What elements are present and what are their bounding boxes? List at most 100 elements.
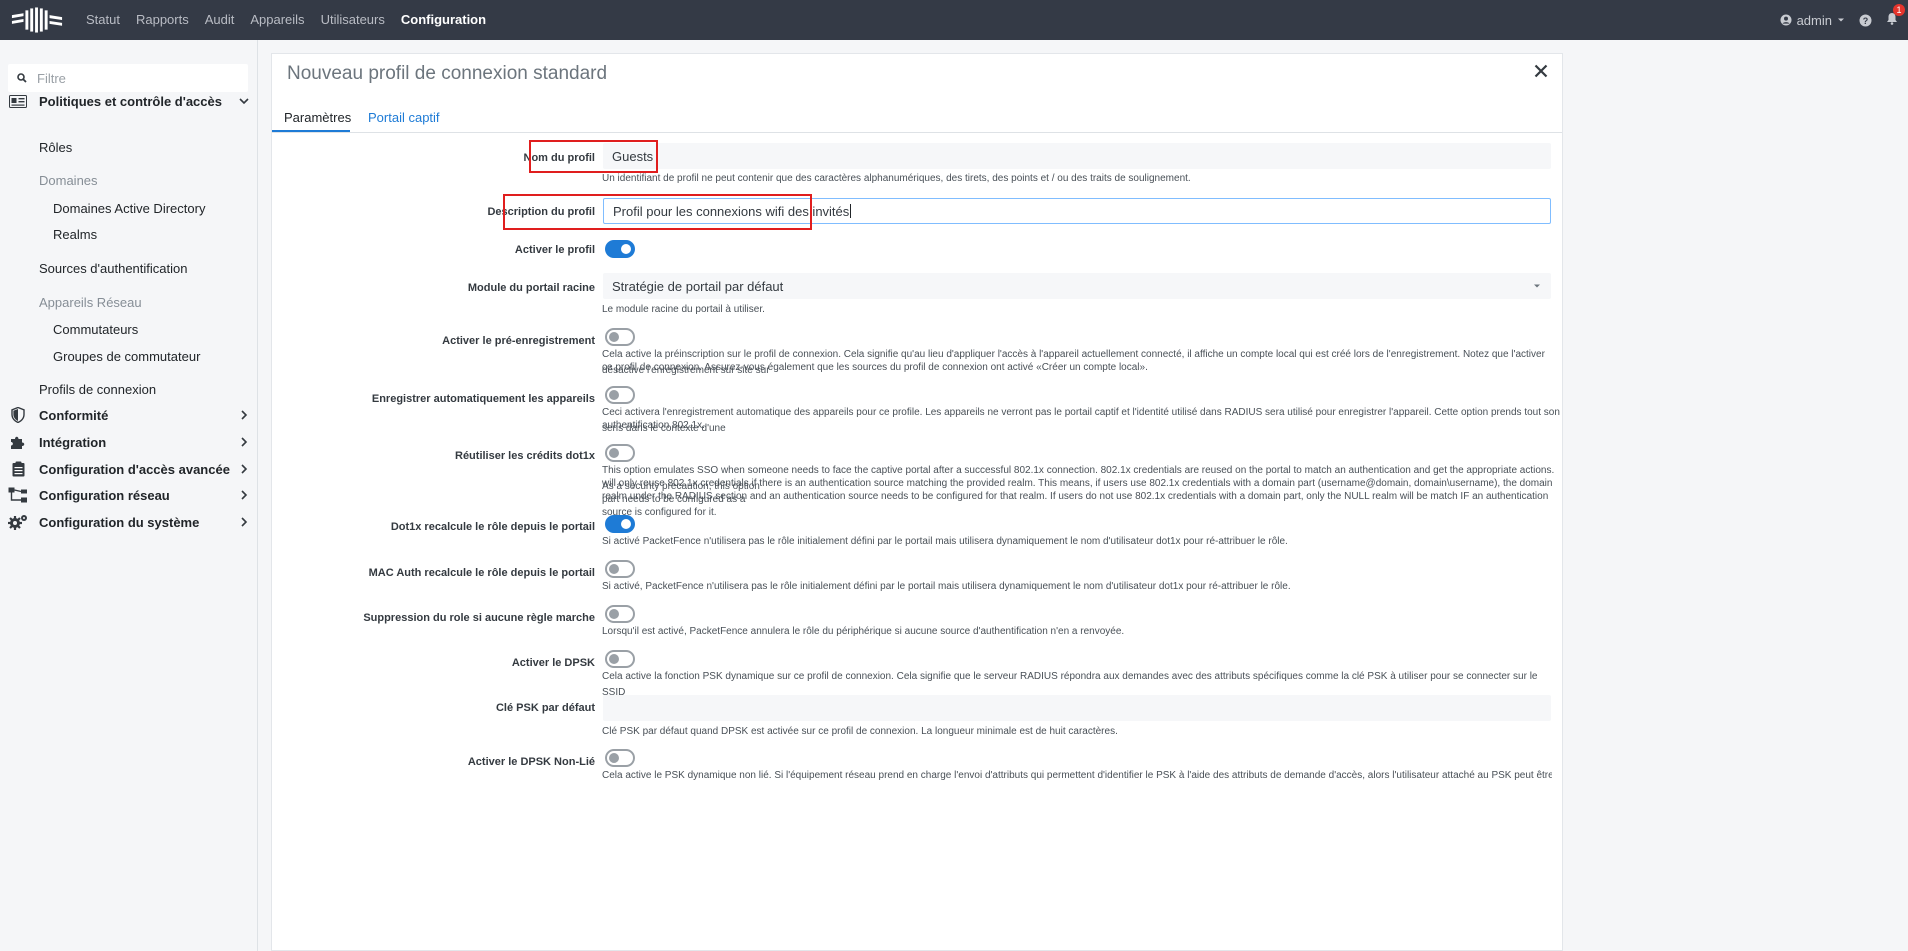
packetfence-logo[interactable] (0, 0, 64, 40)
nav-statut[interactable]: Statut (78, 0, 128, 40)
topbar-right: admin ? 1 (1780, 0, 1905, 40)
autoregister-help-line-2: authentification 802.1x. (602, 420, 705, 431)
reuse-dot1x-label: Réutiliser les crédits dot1x (455, 450, 595, 462)
root-module-select[interactable]: Stratégie de portail par défaut (603, 273, 1551, 299)
puzzle-icon (8, 434, 28, 450)
default-psk-label: Clé PSK par défaut (495, 702, 595, 714)
sidebar-item-auth-sources[interactable]: Sources d'authentification (39, 261, 187, 276)
profile-description-input[interactable]: Profil pour les connexions wifi des invi… (603, 198, 1551, 224)
id-card-icon (8, 93, 28, 109)
sidebar-group-network[interactable]: Configuration réseau (0, 484, 258, 506)
default-psk-help: Clé PSK par défaut quand DPSK est activé… (602, 726, 1118, 737)
user-circle-icon (1780, 14, 1792, 26)
preregistration-label: Activer le pré-enregistrement (442, 335, 595, 347)
filter-input[interactable] (37, 70, 237, 86)
sidebar-item-switch-groups[interactable]: Groupes de commutateur (53, 349, 200, 364)
sidebar-group-integration[interactable]: Intégration (0, 431, 258, 453)
tabs-border (272, 132, 1562, 133)
root-module-help: Le module racine du portail à utiliser. (602, 304, 765, 315)
search-icon (17, 73, 27, 83)
tab-portail-captif[interactable]: Portail captif (368, 110, 440, 125)
dot1x-recompute-label: Dot1x recalcule le rôle depuis le portai… (390, 521, 595, 533)
sidebar-group-label: Configuration du système (39, 514, 200, 530)
dot1x-recompute-help: Si activé PacketFence n'utilisera pas le… (602, 536, 1288, 547)
user-menu[interactable]: admin (1780, 13, 1845, 28)
sidebar-group-compliance[interactable]: Conformité (0, 404, 258, 426)
caret-down-icon (1534, 284, 1540, 288)
profile-name-value: Guests (612, 148, 654, 164)
chevron-right-icon (241, 490, 248, 500)
sidebar-group-advanced-access[interactable]: Configuration d'accès avancée (0, 458, 258, 480)
chevron-right-icon (241, 464, 248, 474)
active-tab-indicator (272, 130, 350, 132)
network-icon (8, 487, 28, 503)
close-icon[interactable] (1534, 64, 1548, 78)
connection-profile-panel: Nouveau profil de connexion standard Par… (271, 53, 1563, 951)
nav-configuration[interactable]: Configuration (393, 0, 494, 40)
sidebar: Politiques et contrôle d'accès Rôles Dom… (0, 40, 258, 951)
text-cursor (850, 204, 852, 218)
svg-text:?: ? (1863, 16, 1869, 26)
sidebar-group-label: Configuration d'accès avancée (39, 461, 230, 477)
sidebar-group-policies[interactable]: Politiques et contrôle d'accès (0, 90, 258, 112)
mac-recompute-label: MAC Auth recalcule le rôle depuis le por… (368, 567, 595, 579)
root-module-value: Stratégie de portail par défaut (612, 278, 784, 294)
profile-name-input[interactable]: Guests (603, 143, 1551, 169)
reuse-dot1x-toggle[interactable] (605, 444, 635, 462)
autoregister-toggle[interactable] (605, 386, 635, 404)
mac-recompute-help: Si activé, PacketFence n'utilisera pas l… (602, 581, 1291, 592)
page-title: Nouveau profil de connexion standard (287, 63, 608, 84)
chevron-right-icon (241, 410, 248, 420)
dpsk-label: Activer le DPSK (511, 657, 595, 669)
caret-down-icon (1838, 18, 1844, 22)
profile-name-help: Un identifiant de profil ne peut conteni… (602, 173, 1191, 184)
profile-description-label: Description du profil (487, 206, 595, 218)
reuse-dot1x-help-line-3: realm under the RADIUS section and an au… (602, 491, 1549, 518)
sidebar-item-switches[interactable]: Commutateurs (53, 322, 138, 337)
tab-parametres[interactable]: Paramètres (284, 110, 351, 125)
clipboard-list-icon (8, 461, 28, 477)
dpsk-unbound-label: Activer le DPSK Non-Lié (467, 756, 595, 768)
mac-recompute-toggle[interactable] (605, 560, 635, 578)
top-navbar: Statut Rapports Audit Appareils Utilisat… (0, 0, 1908, 40)
sidebar-item-roles[interactable]: Rôles (39, 140, 72, 155)
nav-rapports[interactable]: Rapports (128, 0, 197, 40)
unset-role-label: Suppression du role si aucune règle marc… (363, 612, 595, 624)
root-module-label: Module du portail racine (467, 282, 595, 294)
sidebar-group-label: Conformité (39, 407, 109, 423)
sidebar-item-connection-profiles[interactable]: Profils de connexion (39, 382, 156, 397)
sidebar-item-ad-domains[interactable]: Domaines Active Directory (53, 201, 205, 216)
enable-profile-label: Activer le profil (514, 244, 595, 256)
chevron-right-icon (241, 437, 248, 447)
profile-description-value: Profil pour les connexions wifi des invi… (613, 203, 850, 219)
enable-profile-toggle[interactable] (605, 240, 635, 258)
nav-appareils[interactable]: Appareils (242, 0, 312, 40)
unset-role-toggle[interactable] (605, 605, 635, 623)
sidebar-section-network-devices: Appareils Réseau (39, 295, 142, 310)
chevron-down-icon (239, 98, 249, 105)
default-psk-input[interactable] (603, 695, 1551, 721)
dpsk-toggle[interactable] (605, 650, 635, 668)
dpsk-unbound-toggle[interactable] (605, 749, 635, 767)
sidebar-group-label: Intégration (39, 434, 107, 450)
nav-utilisateurs[interactable]: Utilisateurs (313, 0, 393, 40)
notifications-bell[interactable]: 1 (1886, 4, 1905, 28)
logo-icon (11, 7, 63, 33)
sidebar-item-realms[interactable]: Realms (53, 227, 97, 242)
sidebar-section-domains: Domaines (39, 173, 98, 188)
shield-icon (8, 407, 28, 423)
sidebar-group-system[interactable]: Configuration du système (0, 511, 258, 533)
autoregister-help-line-1: Ceci activera l'enregistrement automatiq… (602, 407, 1560, 434)
main-nav: Statut Rapports Audit Appareils Utilisat… (78, 0, 494, 40)
autoregister-label: Enregistrer automatiquement les appareil… (371, 393, 595, 405)
dot1x-recompute-toggle[interactable] (605, 515, 635, 533)
help-icon[interactable]: ? (1859, 14, 1872, 27)
nav-audit[interactable]: Audit (197, 0, 243, 40)
sidebar-group-label: Configuration réseau (39, 487, 170, 503)
dpsk-unbound-help: Cela active le PSK dynamique non lié. Si… (602, 770, 1552, 781)
user-name: admin (1796, 12, 1832, 28)
preregistration-toggle[interactable] (605, 328, 635, 346)
unset-role-help: Lorsqu'il est activé, PacketFence annule… (602, 626, 1125, 637)
sidebar-filter (8, 64, 248, 92)
sidebar-group-label: Politiques et contrôle d'accès (39, 93, 222, 109)
